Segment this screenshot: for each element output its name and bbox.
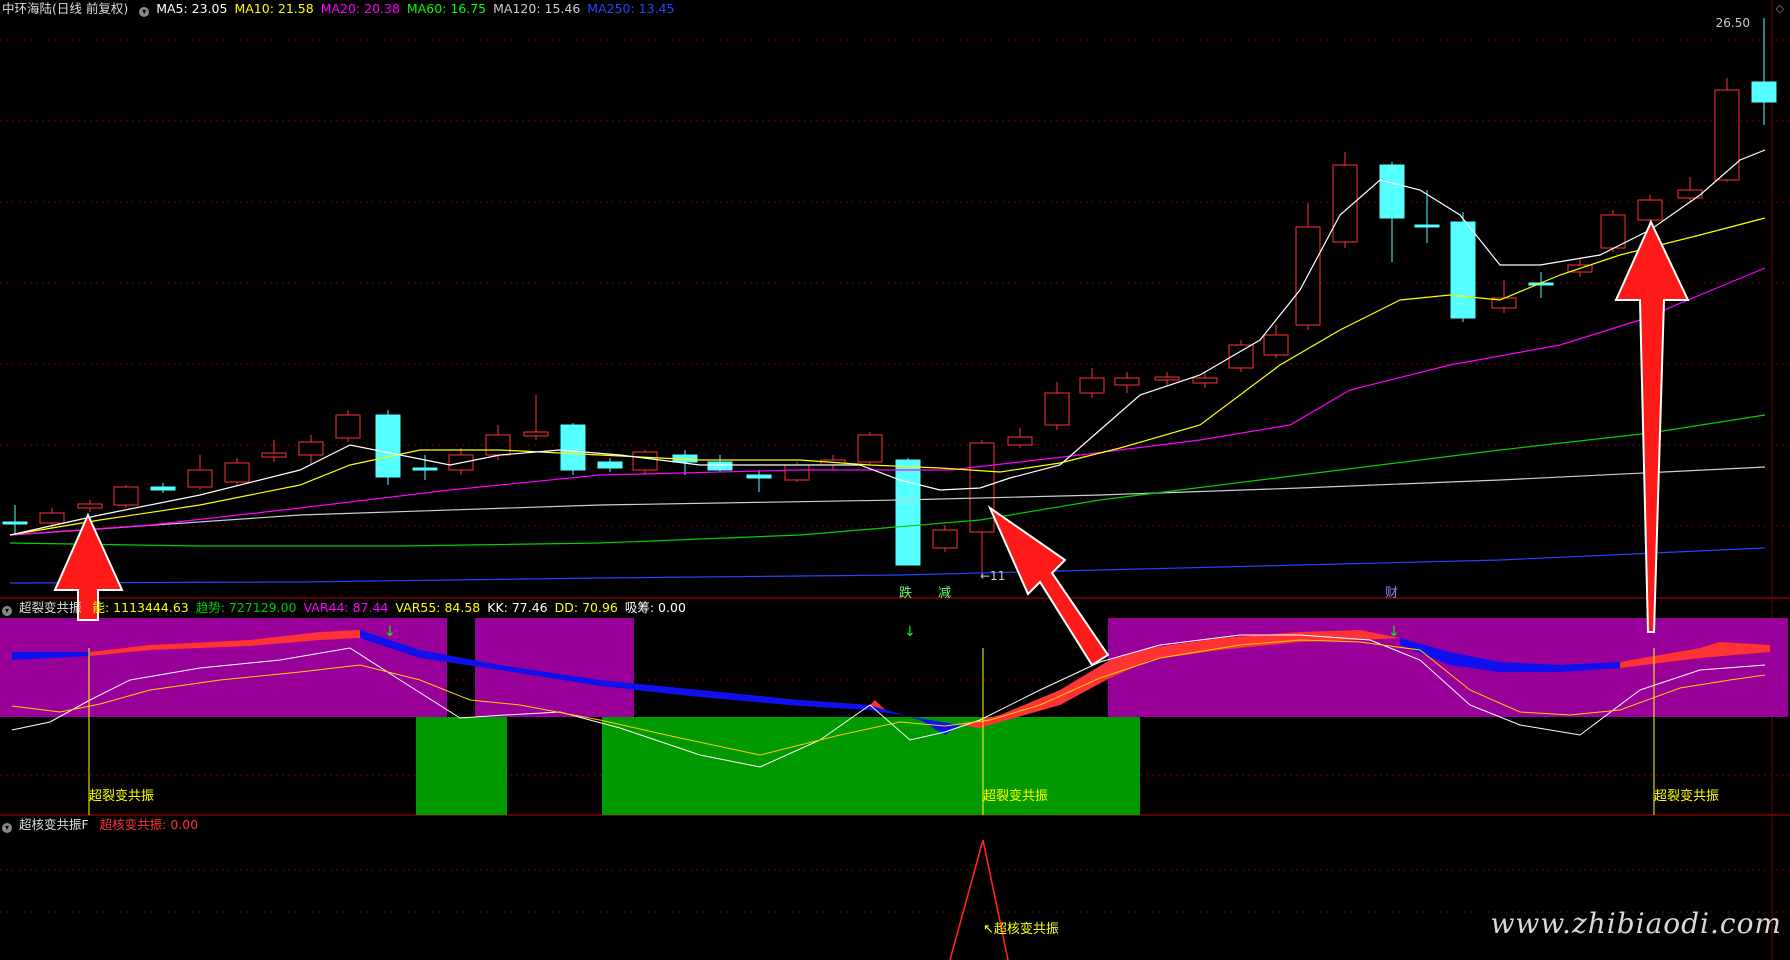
candle-body[interactable] — [412, 467, 438, 471]
signal-label-1: 超裂变共振 — [89, 789, 155, 804]
panel3-indicator-0: 超核变共振: 0.00 — [99, 817, 199, 832]
diamond-icon[interactable]: ◇ — [1776, 2, 1784, 15]
candle-body[interactable] — [113, 486, 139, 506]
panel1-indicator-2: MA20: 20.38 — [320, 1, 400, 16]
candle-body[interactable] — [2, 521, 28, 525]
collapse-icon[interactable]: ▾ — [2, 823, 12, 833]
panel2-indicator-1: 趋势: 727129.00 — [195, 600, 297, 615]
chart-canvas[interactable]: ↓ ↓ ↓ — [0, 0, 1790, 960]
ma5-line — [9, 149, 1766, 536]
candle-body[interactable] — [632, 451, 658, 471]
candle-body[interactable] — [1450, 221, 1476, 319]
oscillator-legend: ▾ 超裂变共振 能: 1113444.63 趋势: 727129.00 VAR44:… — [2, 599, 693, 616]
candle-body[interactable] — [597, 461, 623, 469]
panel2-indicator-0: 能: 1113444.63 — [92, 600, 189, 615]
candle-body[interactable] — [224, 462, 250, 483]
marker-die: 跌 — [899, 586, 913, 601]
spike-signal-text: 超核变共振 — [993, 922, 1059, 937]
red-arrow-3 — [1614, 219, 1690, 633]
red-arrow-2 — [987, 505, 1110, 667]
collapse-icon[interactable]: ▾ — [2, 606, 12, 616]
candle-body[interactable] — [746, 474, 772, 479]
candle-body[interactable] — [1600, 214, 1626, 249]
candle-body[interactable] — [187, 469, 213, 488]
candle-body[interactable] — [560, 424, 586, 471]
signal-label-2: 超裂变共振 — [983, 789, 1049, 804]
panel2-indicator-2: VAR44: 87.44 — [303, 600, 389, 615]
watermark: www.zhibiaodi.com — [1490, 907, 1782, 940]
candle-body[interactable] — [485, 434, 511, 456]
candle-body[interactable] — [39, 512, 65, 524]
candle-body[interactable] — [1079, 377, 1105, 394]
panel2-indicator-4: KK: 77.46 — [487, 600, 548, 615]
candle-body[interactable] — [1414, 224, 1440, 228]
settings-icon[interactable]: ▾ — [139, 7, 150, 17]
indicator-name[interactable]: 超核变共振F — [19, 817, 89, 832]
svg-text:↓: ↓ — [904, 624, 916, 640]
spike-signal-label: ↖超核变共振 — [983, 922, 1059, 937]
candle-body[interactable] — [375, 414, 401, 478]
spike-legend: ▾ 超核变共振F 超核变共振: 0.00 — [2, 816, 205, 833]
candle-body[interactable] — [707, 461, 733, 471]
candle-body[interactable] — [523, 431, 549, 437]
svg-text:↓: ↓ — [384, 624, 396, 640]
panel2-indicator-6: 吸筹: 0.00 — [624, 600, 686, 615]
candle-body[interactable] — [784, 464, 810, 481]
high-price-label: 26.50 — [1715, 16, 1750, 30]
indicator-name[interactable]: 超裂变共振 — [19, 600, 82, 615]
signal-label-3: 超裂变共振 — [1654, 789, 1720, 804]
candle-body[interactable] — [1751, 81, 1777, 103]
candle-body[interactable] — [1192, 377, 1218, 384]
candle-body[interactable] — [895, 459, 921, 566]
stock-title[interactable]: 中环海陆(日线 前复权) — [2, 1, 128, 16]
marker-jian: 减 — [938, 586, 952, 601]
candle-body[interactable] — [1114, 377, 1140, 386]
candle-body[interactable] — [1637, 199, 1663, 221]
candle-body[interactable] — [77, 503, 103, 509]
panel2-indicator-3: VAR55: 84.58 — [395, 600, 481, 615]
svg-text:↓: ↓ — [1388, 624, 1400, 640]
candle-body[interactable] — [1044, 392, 1070, 426]
main-chart-legend: 中环海陆(日线 前复权) ▾ MA5: 23.05 MA10: 21.58 MA20… — [2, 0, 681, 17]
candle-body[interactable] — [1714, 89, 1740, 181]
panel1-indicator-3: MA60: 16.75 — [406, 1, 487, 16]
candle-body[interactable] — [857, 434, 883, 463]
candle-body[interactable] — [1263, 334, 1289, 356]
marker-cai: 财 — [1385, 586, 1399, 601]
panel1-indicator-0: MA5: 23.05 — [156, 1, 228, 16]
spike-line — [949, 839, 1009, 960]
candle-body[interactable] — [261, 452, 287, 458]
panel2-indicator-5: DD: 70.96 — [554, 600, 618, 615]
candle-body[interactable] — [1007, 436, 1033, 446]
candle-body[interactable] — [932, 529, 958, 549]
panel1-indicator-4: MA120: 15.46 — [493, 1, 581, 16]
candle-body[interactable] — [1154, 376, 1180, 381]
ma250-line — [9, 547, 1766, 584]
panel1-indicator-1: MA10: 21.58 — [234, 1, 314, 16]
candle-body[interactable] — [335, 414, 361, 439]
candle-body[interactable] — [150, 486, 176, 491]
low-price-label: ←11 — [980, 569, 1006, 583]
panel1-indicator-5: MA250: 13.45 — [587, 1, 675, 16]
candle-body[interactable] — [298, 441, 324, 456]
candle-body[interactable] — [1379, 164, 1405, 219]
